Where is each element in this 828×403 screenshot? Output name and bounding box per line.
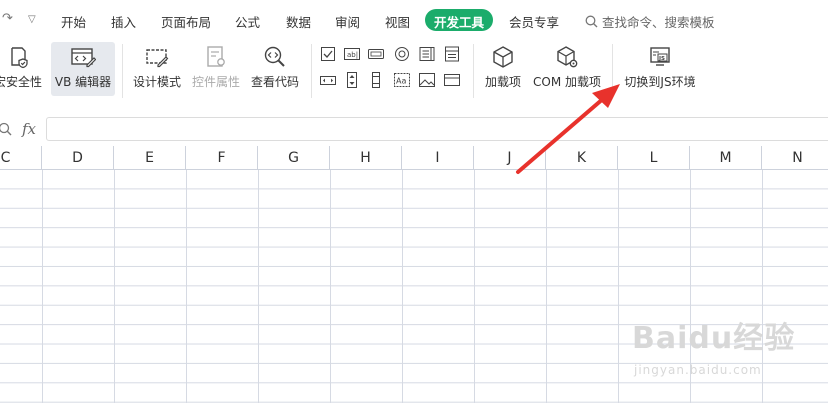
- column-header-F[interactable]: F: [186, 146, 258, 170]
- tab-page-layout[interactable]: 页面布局: [161, 12, 211, 31]
- redo-icon[interactable]: ↷: [2, 11, 13, 26]
- ribbon-separator: [473, 44, 474, 98]
- macro-security-icon: [11, 47, 28, 69]
- checkbox-control-icon[interactable]: [320, 46, 336, 62]
- spinner-control-icon[interactable]: [344, 72, 360, 88]
- com-addins-button[interactable]: COM 加载项: [530, 42, 604, 96]
- command-search[interactable]: 查找命令、搜索模板: [585, 12, 715, 31]
- view-code-button[interactable]: 查看代码: [247, 42, 303, 96]
- quick-access-dropdown-icon[interactable]: ▽: [28, 14, 36, 25]
- tab-member[interactable]: 会员专享: [509, 12, 559, 31]
- fx-label[interactable]: fx: [22, 120, 36, 138]
- menu-bar: ↷ ▽ 开始 插入 页面布局 公式 数据 审阅 视图 开发工具 会员专享 查找命…: [0, 0, 828, 40]
- listbox-control-icon[interactable]: [419, 46, 435, 62]
- vb-editor-label: VB 编辑器: [54, 75, 112, 89]
- column-header-L[interactable]: L: [618, 146, 690, 170]
- label-control-icon[interactable]: Aa: [394, 72, 410, 88]
- baidu-watermark: Baidu经验: [632, 321, 796, 356]
- control-properties-button[interactable]: 控件属性: [188, 42, 244, 96]
- column-header-D[interactable]: D: [42, 146, 114, 170]
- design-mode-button[interactable]: 设计模式: [129, 42, 185, 96]
- column-header-C[interactable]: C: [0, 146, 42, 170]
- search-icon: [585, 15, 598, 28]
- column-header-E[interactable]: E: [114, 146, 186, 170]
- image-control-icon[interactable]: [419, 72, 435, 88]
- column-header-G[interactable]: G: [258, 146, 330, 170]
- ribbon-separator: [311, 44, 312, 98]
- column-header-N[interactable]: N: [762, 146, 828, 170]
- column-header-M[interactable]: M: [690, 146, 762, 170]
- tab-insert[interactable]: 插入: [111, 12, 136, 31]
- svg-text:ab|: ab|: [347, 51, 358, 59]
- tab-review[interactable]: 审阅: [335, 12, 360, 31]
- switch-js-env-label: 切换到JS环境: [624, 75, 696, 89]
- search-placeholder: 查找命令、搜索模板: [602, 15, 715, 30]
- js-environment-icon: JS: [650, 47, 670, 66]
- design-mode-icon: [146, 49, 169, 68]
- ribbon: 宏安全性 VB 编辑器 设计模式 控件属性 查看代码 ab| Aa 加载项 CO…: [0, 40, 828, 104]
- frame-control-icon[interactable]: [444, 72, 460, 88]
- tab-developer[interactable]: 开发工具: [425, 9, 494, 31]
- design-mode-label: 设计模式: [132, 75, 181, 89]
- scrollbar-control-icon[interactable]: [320, 72, 336, 88]
- svg-text:JS: JS: [658, 56, 665, 62]
- com-addins-label: COM 加载项: [533, 75, 601, 89]
- watermark-url: jingyan.baidu.com: [634, 363, 762, 377]
- column-header-K[interactable]: K: [546, 146, 618, 170]
- column-header-I[interactable]: I: [402, 146, 474, 170]
- control-properties-label: 控件属性: [191, 75, 240, 89]
- vertical-scrollbar-control-icon[interactable]: [368, 72, 384, 88]
- formula-bar: fx: [0, 114, 828, 146]
- tab-data[interactable]: 数据: [286, 12, 311, 31]
- view-code-label: 查看代码: [250, 75, 299, 89]
- svg-text:Aa: Aa: [396, 77, 406, 86]
- vb-editor-button[interactable]: VB 编辑器: [51, 42, 115, 96]
- addins-label: 加载项: [484, 75, 521, 89]
- switch-js-env-button[interactable]: JS 切换到JS环境: [620, 42, 700, 96]
- textbox-control-icon[interactable]: ab|: [344, 46, 360, 62]
- column-header-H[interactable]: H: [330, 146, 402, 170]
- button-control-icon[interactable]: [368, 46, 384, 62]
- tab-view[interactable]: 视图: [385, 12, 410, 31]
- macro-security-button[interactable]: 宏安全性: [0, 42, 48, 96]
- vb-editor-icon: [71, 48, 96, 68]
- radio-control-icon[interactable]: [394, 46, 410, 62]
- ribbon-separator: [122, 44, 123, 98]
- addins-cube-icon: [493, 46, 513, 68]
- ribbon-separator: [612, 44, 613, 98]
- view-code-icon: [264, 46, 285, 67]
- column-header-J[interactable]: J: [474, 146, 546, 170]
- addins-button[interactable]: 加载项: [481, 42, 525, 96]
- control-properties-icon: [207, 46, 225, 67]
- tab-home[interactable]: 开始: [61, 12, 86, 31]
- com-addins-icon: [557, 46, 578, 68]
- zoom-icon[interactable]: [0, 122, 12, 136]
- formula-input[interactable]: [46, 117, 828, 141]
- macro-security-label: 宏安全性: [0, 75, 42, 89]
- combobox-control-icon[interactable]: [444, 46, 460, 62]
- tab-formulas[interactable]: 公式: [235, 12, 260, 31]
